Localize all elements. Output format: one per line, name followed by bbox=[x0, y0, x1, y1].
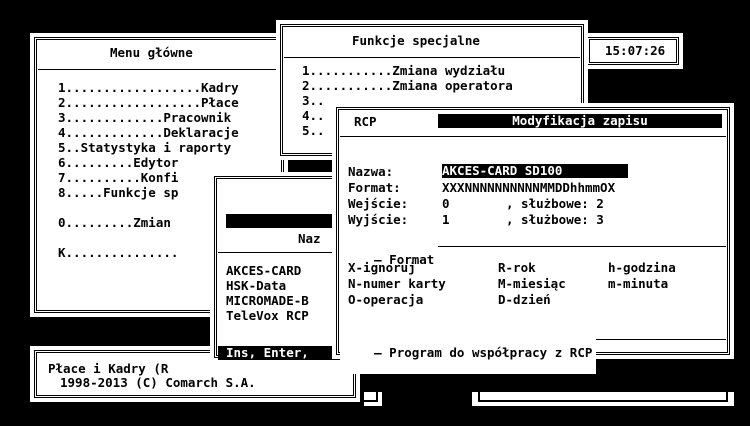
legend-m: m-minuta bbox=[608, 276, 669, 291]
format-label: Format: bbox=[348, 180, 401, 195]
rcp-list-item[interactable]: HSK-Data bbox=[226, 279, 286, 293]
menu-item-place[interactable]: 2..................Płace bbox=[58, 96, 239, 110]
footer-app-name: Płace i Kadry (R bbox=[48, 361, 169, 376]
rcp-list-item[interactable]: MICROMADE-B bbox=[226, 294, 309, 308]
dialog-title: Modyfikacja zapisu bbox=[438, 114, 722, 128]
entry-label: Wejście: bbox=[348, 196, 409, 211]
program-section-title: Program do współpracy z RCP bbox=[389, 345, 593, 360]
rcp-list-window: Naz AKCES-CARD HSK-Data MICROMADE-B Tele… bbox=[210, 172, 340, 362]
special-item-3[interactable]: 3.. bbox=[302, 94, 325, 108]
name-field[interactable]: AKCES-CARD SD100 bbox=[442, 164, 628, 178]
exit-field[interactable]: 1 bbox=[442, 213, 450, 227]
menu-item-funkcje-specjalne[interactable]: 8.....Funkcje sp bbox=[58, 186, 178, 200]
special-item-zmiana-operatora[interactable]: 2...........Zmiana operatora bbox=[302, 79, 513, 93]
clock-window: 15:07:26 bbox=[583, 33, 683, 69]
rcp-list-item[interactable]: TeleVox RCP bbox=[226, 309, 309, 323]
menu-item-kadry[interactable]: 1..................Kadry bbox=[58, 81, 239, 95]
special-item-4[interactable]: 4.. bbox=[302, 109, 325, 123]
rcp-list-header: Naz bbox=[298, 231, 321, 246]
rcp-list-status: Ins, Enter, bbox=[218, 346, 340, 360]
special-functions-title: Funkcje specjalne bbox=[352, 33, 480, 48]
format-field[interactable]: XXXNNNNNNNNNNMMDDhhmmOX bbox=[442, 181, 615, 195]
menu-item-deklaracje[interactable]: 4.............Deklaracje bbox=[58, 126, 239, 140]
name-label: Nazwa: bbox=[348, 164, 394, 179]
rcp-list-item[interactable]: AKCES-CARD bbox=[226, 264, 301, 278]
entry-service-field[interactable]: , służbowe: 2 bbox=[506, 197, 604, 211]
footer-copyright: 1998-2013 (C) Comarch S.A. bbox=[60, 375, 256, 390]
legend-n: N-numer karty bbox=[348, 276, 446, 291]
menu-item-statystyka[interactable]: 5..Statystyka i raporty bbox=[58, 141, 231, 155]
special-item-zmiana-wydzialu[interactable]: 1...........Zmiana wydziału bbox=[302, 64, 505, 78]
exit-label: Wyjście: bbox=[348, 212, 409, 227]
program-section-title-wrap: — Program do współpracy z RCP bbox=[340, 332, 597, 374]
rcp-modify-dialog: RCP Modyfikacja zapisu Nazwa: AKCES-CARD… bbox=[332, 103, 734, 374]
underlying-window-fragment bbox=[364, 392, 382, 406]
main-menu-title: Menu główne bbox=[110, 45, 193, 60]
menu-item-koniec[interactable]: K............... bbox=[58, 246, 178, 260]
legend-o: O-operacja bbox=[348, 292, 424, 307]
special-item-5[interactable]: 5.. bbox=[302, 124, 325, 138]
menu-item-konfiguracja[interactable]: 7..........Konfi bbox=[58, 171, 178, 185]
clock-time: 15:07:26 bbox=[605, 43, 666, 58]
menu-item-zmiana[interactable]: 0.........Zmian bbox=[58, 216, 171, 230]
program-dash-icon: — bbox=[374, 345, 390, 360]
exit-service-field[interactable]: , służbowe: 3 bbox=[506, 213, 604, 227]
legend-mm: M-miesiąc bbox=[498, 276, 566, 291]
entry-field[interactable]: 0 bbox=[442, 197, 450, 211]
legend-h: h-godzina bbox=[608, 260, 676, 275]
dialog-tag: RCP bbox=[354, 114, 377, 129]
legend-r: R-rok bbox=[498, 260, 536, 275]
legend-d: D-dzień bbox=[498, 292, 551, 307]
legend-x: X-ignoruj bbox=[348, 260, 416, 275]
underlying-window-fragment bbox=[472, 392, 734, 406]
menu-item-edytor[interactable]: 6.........Edytor bbox=[58, 156, 178, 170]
menu-item-pracownik[interactable]: 3.............Pracownik bbox=[58, 111, 231, 125]
